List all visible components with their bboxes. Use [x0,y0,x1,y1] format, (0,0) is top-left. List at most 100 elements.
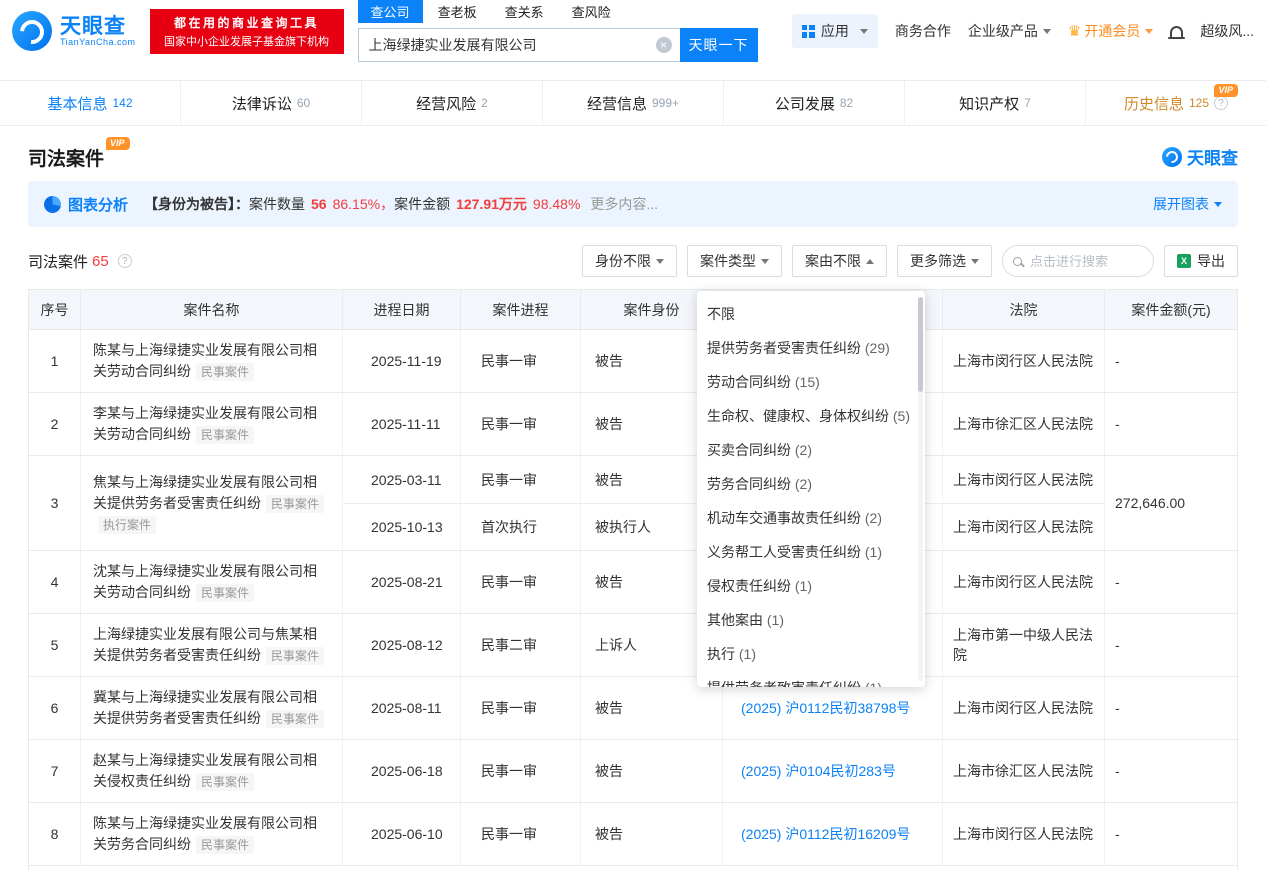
dropdown-option[interactable]: 生命权、健康权、身体权纠纷 (5) [697,399,925,433]
nav-enterprise-products[interactable]: 企业级产品 [968,21,1051,41]
watermark-logo: 天眼查 [1162,144,1238,169]
clear-search-icon[interactable]: × [656,37,672,53]
filter-more-filters[interactable]: 更多筛选 [897,245,992,277]
process-date: 2025-08-12 [343,614,461,676]
case-list-toolbar: 司法案件 65 ? 身份不限案件类型案由不限更多筛选 导出 [28,245,1238,277]
filter-case-type[interactable]: 案件类型 [687,245,782,277]
court-name: 上海市徐汇区人民法院 [943,740,1105,802]
nav-super-risk[interactable]: 超级风... [1200,21,1254,41]
case-index: 2 [29,393,81,455]
search-button[interactable]: 天眼一下 [680,28,758,62]
logo-text: 天眼查 TianYanCha.com [60,15,136,48]
court-name: 上海市闵行区人民法院 [943,551,1105,613]
tab-count: 60 [297,96,310,110]
tab-intellectual-property[interactable]: 知识产权7 [904,81,1085,125]
stat1-label: 案件数量 [249,194,305,214]
more-content-link[interactable]: 更多内容... [590,194,658,214]
search-tab-boss[interactable]: 查老板 [425,0,490,23]
filter-identity[interactable]: 身份不限 [582,245,677,277]
expand-chart-button[interactable]: 展开图表 [1153,194,1222,214]
case-role: 被告 [581,803,723,865]
case-stage: 民事一审 [461,330,581,392]
dropdown-option[interactable]: 不限 [697,297,925,331]
dropdown-option[interactable]: 劳务合同纠纷 (2) [697,467,925,501]
tab-operating-risk[interactable]: 经营风险2 [361,81,542,125]
court-name: 上海市第一中级人民法院 [943,614,1105,676]
company-section-tabs: 基本信息142法律诉讼60经营风险2经营信息999+公司发展82知识产权7历史信… [0,80,1266,126]
dropdown-option[interactable]: 执行 (1) [697,637,925,671]
process-date: 2025-06-18 [343,740,461,802]
case-type-tag: 执行案件 [98,516,156,534]
case-name-cell: 沈某与上海绿捷实业发展有限公司相关劳动合同纠纷民事案件 [81,551,343,613]
table-row [29,866,1237,870]
column-header: 案件名称 [81,290,343,329]
search-tab-relation[interactable]: 查关系 [492,0,557,23]
case-number-link[interactable]: (2025) 沪0112民初16209号 [741,824,910,844]
dropdown-scrollbar-thumb[interactable] [918,297,923,392]
help-icon[interactable]: ? [1214,96,1228,110]
tab-basic-info[interactable]: 基本信息142 [0,81,180,125]
table-row: 7赵某与上海绿捷实业发展有限公司相关侵权责任纠纷民事案件2025-06-18民事… [29,740,1237,803]
dropdown-option[interactable]: 买卖合同纠纷 (2) [697,433,925,467]
export-button[interactable]: 导出 [1164,245,1238,277]
promo-line-2: 国家中小企业发展子基金旗下机构 [150,33,344,49]
case-name-cell: 冀某与上海绿捷实业发展有限公司相关提供劳务者受害责任纠纷民事案件 [81,677,343,739]
tianyancha-legal-cases-page: 天眼查 TianYanCha.com 都在用的商业查询工具 国家中小企业发展子基… [0,0,1266,870]
tab-count: 82 [840,96,853,110]
search-box: × [358,28,680,62]
search-tab-company[interactable]: 查公司 [358,0,423,23]
case-type-tag: 民事案件 [196,584,254,602]
process-date: 2025-10-13 [343,504,461,550]
tab-count: 142 [112,96,132,110]
court-name: 上海市闵行区人民法院 [943,803,1105,865]
case-type-tag: 民事案件 [266,710,324,728]
case-amount: 272,646.00 [1105,456,1237,550]
company-search-input[interactable] [358,28,680,62]
case-amount: - [1105,614,1237,676]
apps-menu[interactable]: 应用 [792,14,878,48]
table-body: 1陈某与上海绿捷实业发展有限公司相关劳动合同纠纷民事案件2025-11-19民事… [29,330,1237,870]
stat1-pct: 86.15%， [333,194,394,214]
dropdown-option[interactable]: 机动车交通事故责任纠纷 (2) [697,501,925,535]
case-name-cell: 焦某与上海绿捷实业发展有限公司相关提供劳务者受害责任纠纷民事案件执行案件 [81,456,343,550]
case-number-link[interactable]: (2025) 沪0104民初283号 [741,761,896,781]
tab-company-development[interactable]: 公司发展82 [723,81,904,125]
nav-vip-upgrade[interactable]: ♛ 开通会员 [1068,21,1153,41]
nav-business-cooperation[interactable]: 商务合作 [895,21,951,41]
dropdown-option[interactable]: 提供劳务者致害责任纠纷 (1) [697,671,925,687]
filter-case-reason[interactable]: 案由不限 [792,245,887,277]
case-reason-dropdown: 不限提供劳务者受害责任纠纷 (29)劳动合同纠纷 (15)生命权、健康权、身体权… [697,291,925,687]
table-row: 2李某与上海绿捷实业发展有限公司相关劳动合同纠纷民事案件2025-11-11民事… [29,393,1237,456]
tab-business-info[interactable]: 经营信息999+ [542,81,723,125]
chart-analysis-label[interactable]: 图表分析 [68,194,128,215]
dropdown-option[interactable]: 劳动合同纠纷 (15) [697,365,925,399]
search-tab-risk[interactable]: 查风险 [559,0,624,23]
tab-history-info[interactable]: 历史信息125VIP? [1085,81,1266,125]
stat1-value: 56 [311,196,327,212]
chevron-down-icon [971,259,979,268]
court-name: 上海市闵行区人民法院 [943,456,1105,503]
case-number-link[interactable]: (2025) 沪0112民初38798号 [741,698,910,718]
case-amount: - [1105,803,1237,865]
help-icon[interactable]: ? [118,254,132,268]
table-search-input[interactable] [1028,253,1143,270]
tab-label: 经营信息 [587,93,647,114]
case-amount: - [1105,551,1237,613]
table-search-box[interactable] [1002,245,1154,277]
cases-table: 序号案件名称进程日期案件进程案件身份案号法院案件金额(元) 1陈某与上海绿捷实业… [28,289,1238,870]
dropdown-option[interactable]: 侵权责任纠纷 (1) [697,569,925,603]
stat2-label: 案件金额 [394,194,450,214]
tianyancha-logo[interactable]: 天眼查 TianYanCha.com [12,11,136,51]
notifications-bell-icon[interactable] [1170,22,1183,40]
case-amount: - [1105,330,1237,392]
dropdown-option[interactable]: 其他案由 (1) [697,603,925,637]
dropdown-option[interactable]: 提供劳务者受害责任纠纷 (29) [697,331,925,365]
tianyancha-logo-icon [12,11,52,51]
case-stage: 民事一审 [461,677,581,739]
dropdown-option[interactable]: 义务帮工人受害责任纠纷 (1) [697,535,925,569]
court-name: 上海市闵行区人民法院 [943,677,1105,739]
tab-legal-proceedings[interactable]: 法律诉讼60 [180,81,361,125]
case-stage: 民事一审 [461,393,581,455]
logo-brand: 天眼查 [60,15,136,38]
case-count: 65 [92,253,109,270]
